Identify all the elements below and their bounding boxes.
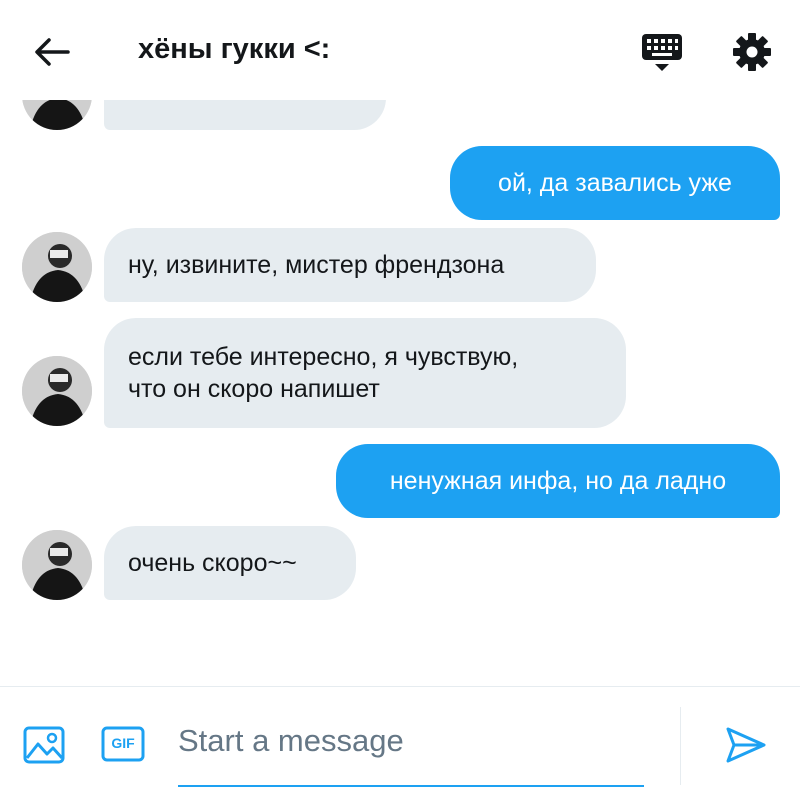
conversation-title: хёны гукки <: bbox=[138, 33, 331, 65]
keyboard-button[interactable] bbox=[638, 28, 686, 76]
send-icon bbox=[726, 727, 766, 763]
image-icon bbox=[23, 726, 65, 764]
profile-photo-icon bbox=[22, 356, 92, 426]
gear-icon bbox=[733, 33, 771, 71]
avatar[interactable] bbox=[22, 356, 92, 426]
send-button[interactable] bbox=[722, 721, 770, 769]
gif-button[interactable]: GIF bbox=[100, 723, 146, 765]
conversation-header: хёны гукки <: bbox=[0, 0, 800, 100]
message-bubble-incoming[interactable]: ну, извините, мистер френдзона bbox=[104, 228, 596, 302]
gif-label: GIF bbox=[111, 735, 135, 751]
message-bubble-outgoing[interactable]: ненужная инфа, но да ладно bbox=[336, 444, 780, 518]
keyboard-icon bbox=[642, 34, 682, 71]
message-thread[interactable]: ой, да завались уже ну, извините, мистер… bbox=[0, 0, 800, 680]
message-bubble-incoming[interactable]: если тебе интересно, я чувствую, что он … bbox=[104, 318, 626, 428]
message-composer: GIF bbox=[0, 686, 800, 800]
avatar[interactable] bbox=[22, 232, 92, 302]
message-text: ну, извините, мистер френдзона bbox=[128, 251, 505, 279]
settings-button[interactable] bbox=[730, 30, 774, 74]
message-input[interactable] bbox=[178, 713, 644, 769]
profile-photo-icon bbox=[22, 232, 92, 302]
avatar[interactable] bbox=[22, 530, 92, 600]
message-text: ой, да завались уже bbox=[498, 169, 732, 197]
back-button[interactable] bbox=[30, 30, 74, 74]
message-text-line: если тебе интересно, я чувствую, bbox=[128, 343, 519, 371]
profile-photo-icon bbox=[22, 530, 92, 600]
message-input-wrapper bbox=[178, 713, 644, 787]
message-text: очень скоро~~ bbox=[128, 549, 297, 577]
arrow-left-icon bbox=[35, 38, 70, 66]
add-media-button[interactable] bbox=[22, 725, 66, 765]
message-bubble-incoming[interactable]: очень скоро~~ bbox=[104, 526, 356, 600]
message-text: ненужная инфа, но да ладно bbox=[389, 467, 727, 495]
message-bubble-outgoing[interactable]: ой, да завались уже bbox=[450, 146, 780, 220]
composer-divider bbox=[680, 707, 681, 785]
message-text-line: что он скоро напишет bbox=[128, 375, 380, 403]
